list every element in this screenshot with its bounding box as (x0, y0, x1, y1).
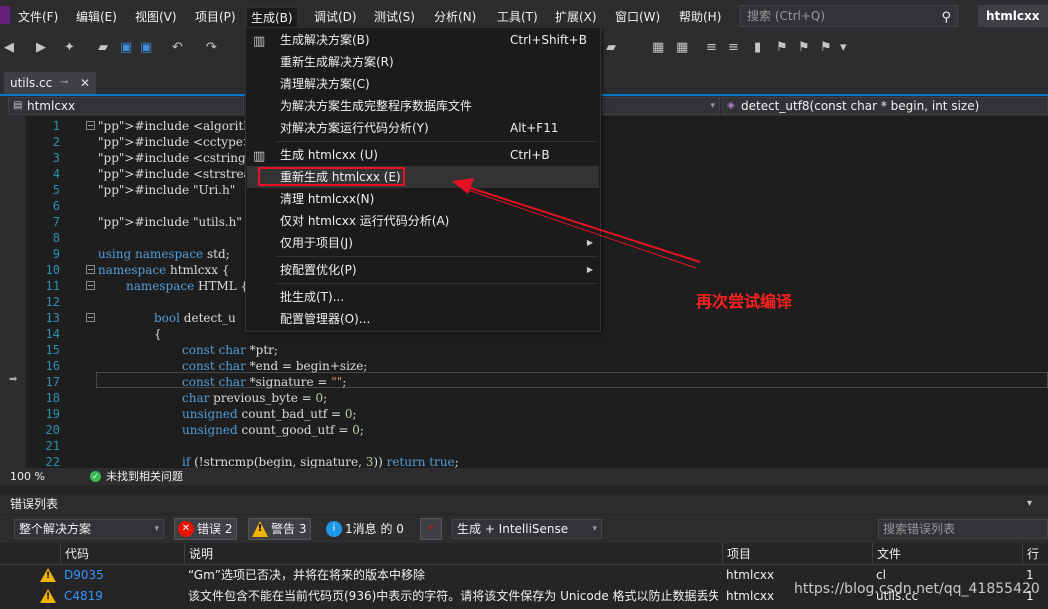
annotation-text: 再次尝试编译 (696, 292, 793, 311)
watermark-text: https://blog.csdn.net/qq_41855420 (794, 581, 1040, 597)
annotation-arrow (452, 178, 701, 269)
